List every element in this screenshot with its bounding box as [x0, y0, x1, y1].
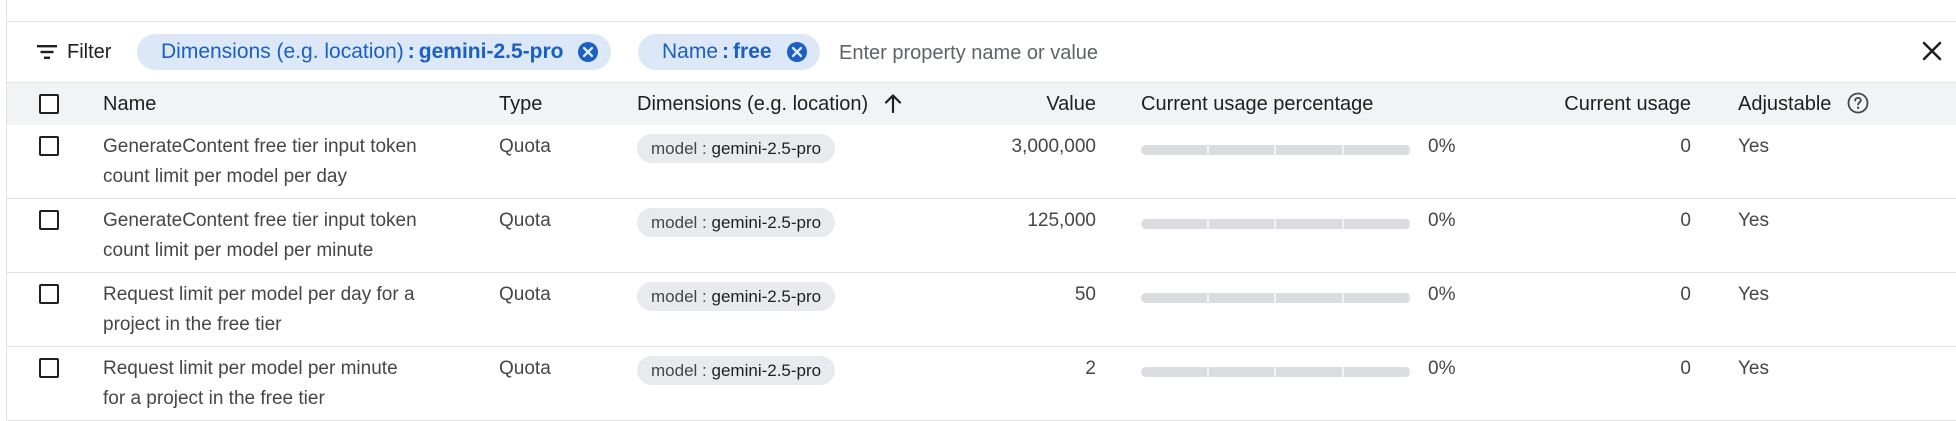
dimension-chip: model : gemini-2.5-pro	[637, 134, 836, 163]
current-usage: 0	[1680, 358, 1691, 379]
row-checkbox[interactable]	[39, 210, 59, 230]
dimension-chip: model : gemini-2.5-pro	[637, 208, 836, 237]
quota-name: Request limit per model per minute for a…	[103, 354, 463, 414]
column-header-adjustable-label: Adjustable	[1738, 93, 1832, 115]
filter-input[interactable]	[839, 38, 1539, 68]
table-row: Request limit per model per day for a pr…	[7, 273, 1956, 347]
quota-type: Quota	[499, 358, 551, 379]
chip-value: free	[733, 40, 772, 63]
dimension-chip: model : gemini-2.5-pro	[637, 282, 836, 311]
dimension-value: gemini-2.5-pro	[711, 139, 822, 158]
help-circle-icon[interactable]	[1847, 92, 1869, 114]
table-row: GenerateContent free tier input token co…	[7, 199, 1956, 273]
usage-bar	[1141, 293, 1411, 303]
column-header-usage-percentage[interactable]: Current usage percentage	[1141, 83, 1373, 125]
arrow-up-icon	[884, 93, 901, 114]
adjustable-value: Yes	[1738, 210, 1769, 231]
usage-percentage: 0%	[1428, 210, 1456, 231]
adjustable-value: Yes	[1738, 136, 1769, 157]
dimension-separator: :	[702, 287, 707, 306]
usage-bar	[1141, 219, 1411, 229]
select-all-checkbox[interactable]	[39, 94, 59, 114]
filter-list-icon	[37, 45, 57, 59]
quota-value: 3,000,000	[1011, 136, 1096, 157]
filter-chip-dimensions[interactable]: Dimensions (e.g. location) : gemini-2.5-…	[137, 34, 612, 70]
adjustable-value: Yes	[1738, 284, 1769, 305]
chip-key: Dimensions (e.g. location)	[161, 40, 404, 63]
current-usage: 0	[1680, 284, 1691, 305]
row-checkbox[interactable]	[39, 136, 59, 156]
quota-name-line: Request limit per model per minute	[103, 358, 398, 379]
quota-name-line: GenerateContent free tier input token	[103, 136, 417, 157]
column-header-dimensions-label: Dimensions (e.g. location)	[637, 93, 869, 115]
chip-key: Name	[662, 40, 719, 63]
dimension-key: model	[651, 361, 698, 380]
quota-name: GenerateContent free tier input token co…	[103, 206, 463, 266]
column-header-type[interactable]: Type	[499, 83, 542, 125]
dimension-value: gemini-2.5-pro	[711, 361, 822, 380]
column-header-dimensions[interactable]: Dimensions (e.g. location)	[637, 83, 902, 125]
quota-type: Quota	[499, 284, 551, 305]
quota-value: 50	[1074, 284, 1096, 305]
row-checkbox[interactable]	[39, 358, 59, 378]
chip-separator: :	[722, 40, 730, 63]
quota-name-line: count limit per model per day	[103, 166, 347, 187]
filter-button-label: Filter	[67, 40, 112, 63]
dimension-value: gemini-2.5-pro	[711, 287, 822, 306]
quota-name-line: project in the free tier	[103, 314, 282, 335]
column-header-current-usage[interactable]: Current usage	[1564, 83, 1691, 125]
quota-name-line: Request limit per model per day for a	[103, 284, 415, 305]
dimension-separator: :	[702, 213, 707, 232]
quota-type: Quota	[499, 210, 551, 231]
dimension-separator: :	[702, 139, 707, 158]
usage-percentage: 0%	[1428, 358, 1456, 379]
dimension-value: gemini-2.5-pro	[711, 213, 822, 232]
current-usage: 0	[1680, 136, 1691, 157]
close-icon[interactable]	[1921, 40, 1943, 67]
usage-bar	[1141, 145, 1411, 155]
quota-value: 125,000	[1027, 210, 1096, 231]
row-checkbox[interactable]	[39, 284, 59, 304]
dimension-separator: :	[702, 361, 707, 380]
filter-button[interactable]: Filter	[37, 38, 111, 66]
quota-name: GenerateContent free tier input token co…	[103, 132, 463, 192]
quota-value: 2	[1085, 358, 1096, 379]
column-header-adjustable[interactable]: Adjustable	[1738, 83, 1869, 125]
filter-chip-name[interactable]: Name : free	[638, 34, 820, 70]
table-row: GenerateContent free tier input token co…	[7, 125, 1956, 199]
dimension-key: model	[651, 287, 698, 306]
quota-name-line: count limit per model per minute	[103, 240, 374, 261]
usage-bar	[1141, 367, 1411, 377]
quota-panel: Filter Dimensions (e.g. location) : gemi…	[6, 0, 1956, 421]
table-header: Name Type Dimensions (e.g. location) Val…	[7, 82, 1956, 126]
chip-remove-icon[interactable]	[786, 41, 808, 63]
column-header-name[interactable]: Name	[103, 83, 156, 125]
chip-value: gemini-2.5-pro	[418, 40, 564, 63]
usage-percentage: 0%	[1428, 284, 1456, 305]
chip-separator: :	[407, 40, 415, 63]
adjustable-value: Yes	[1738, 358, 1769, 379]
quota-type: Quota	[499, 136, 551, 157]
quota-name: Request limit per model per day for a pr…	[103, 280, 463, 340]
column-header-value[interactable]: Value	[1046, 83, 1096, 125]
table-row: Request limit per model per minute for a…	[7, 347, 1956, 421]
quota-name-line: for a project in the free tier	[103, 388, 325, 409]
chip-remove-icon[interactable]	[577, 41, 599, 63]
current-usage: 0	[1680, 210, 1691, 231]
filter-bar: Filter Dimensions (e.g. location) : gemi…	[7, 22, 1956, 82]
dimension-key: model	[651, 213, 698, 232]
quota-name-line: GenerateContent free tier input token	[103, 210, 417, 231]
dimension-chip: model : gemini-2.5-pro	[637, 356, 836, 385]
usage-percentage: 0%	[1428, 136, 1456, 157]
dimension-key: model	[651, 139, 698, 158]
